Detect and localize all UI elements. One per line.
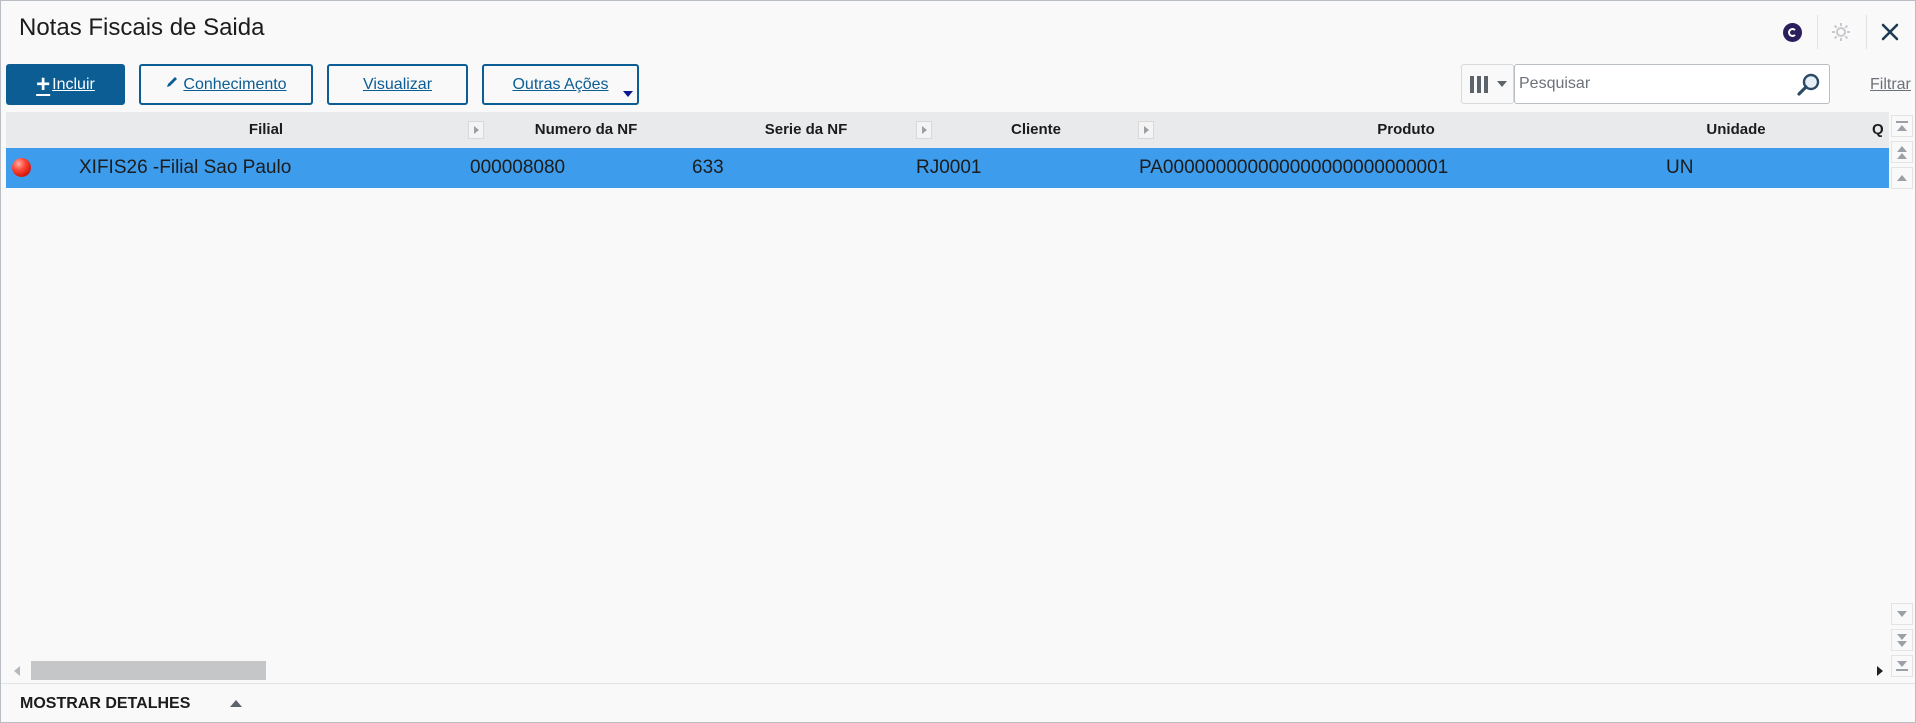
column-sort-icon[interactable] (1138, 121, 1154, 139)
conhecimento-button[interactable]: Conhecimento (139, 64, 313, 105)
column-header-produto[interactable]: Produto (1326, 112, 1486, 148)
columns-icon (1470, 75, 1491, 93)
brand-icon[interactable] (1777, 18, 1807, 46)
column-header-serie-nf[interactable]: Serie da NF (726, 112, 886, 148)
title-actions (1769, 15, 1905, 49)
outras-acoes-label: Outras Ações (512, 75, 609, 93)
incluir-button[interactable]: + Incluir (6, 64, 125, 105)
search-input[interactable] (1519, 67, 1789, 101)
show-details-label[interactable]: MOSTRAR DETALHES (20, 695, 190, 713)
grid-header: Filial Numero da NF Serie da NF Cliente … (6, 112, 1891, 148)
filter-link[interactable]: Filtrar (1870, 76, 1911, 94)
close-icon[interactable] (1875, 18, 1905, 46)
horizontal-scroll-thumb[interactable] (31, 661, 266, 680)
visualizar-button[interactable]: Visualizar (327, 64, 468, 105)
scroll-up-icon[interactable] (1891, 167, 1913, 189)
details-footer[interactable]: MOSTRAR DETALHES (1, 683, 1915, 722)
cell-cliente: RJ0001 (916, 157, 982, 178)
scroll-bottom-icon[interactable] (1891, 655, 1913, 677)
column-sort-icon[interactable] (916, 121, 932, 139)
cell-filial: XIFIS26 -Filial Sao Paulo (79, 157, 292, 178)
visualizar-label: Visualizar (362, 75, 433, 93)
search-icon[interactable] (1795, 71, 1823, 99)
column-header-unidade[interactable]: Unidade (1656, 112, 1816, 148)
scroll-down-icon[interactable] (1891, 603, 1913, 625)
plus-icon: + (36, 70, 51, 98)
dropdown-arrow-icon (623, 91, 633, 97)
app-window: Notas Fiscais de Saida + Incluir Conheci… (0, 0, 1916, 723)
caret-down-icon (1497, 81, 1507, 87)
title-bar: Notas Fiscais de Saida (1, 1, 1915, 56)
gear-icon[interactable] (1826, 18, 1856, 46)
horizontal-scrollbar[interactable] (6, 659, 1889, 682)
data-grid: Filial Numero da NF Serie da NF Cliente … (6, 112, 1891, 682)
conhecimento-label: Conhecimento (183, 75, 287, 93)
column-sort-icon[interactable] (468, 121, 484, 139)
cell-unidade: UN (1666, 157, 1694, 178)
vertical-scrollbar[interactable] (1889, 112, 1915, 682)
page-title: Notas Fiscais de Saida (19, 14, 265, 41)
scroll-left-icon[interactable] (14, 666, 20, 676)
scroll-page-up-icon[interactable] (1891, 141, 1913, 163)
table-row[interactable]: XIFIS26 -Filial Sao Paulo 000008080 633 … (6, 148, 1891, 188)
scroll-page-down-icon[interactable] (1891, 629, 1913, 651)
status-red-icon (12, 158, 31, 177)
cell-numero-nf: 000008080 (470, 157, 566, 178)
title-separator (1866, 15, 1867, 49)
search-box (1514, 64, 1830, 104)
incluir-label: Incluir (52, 75, 95, 93)
scroll-right-icon[interactable] (1877, 666, 1883, 676)
column-chooser-button[interactable] (1461, 64, 1514, 104)
pencil-icon (165, 75, 179, 94)
cell-serie-nf: 633 (692, 157, 724, 178)
column-header-numero-nf[interactable]: Numero da NF (506, 112, 666, 148)
column-header-filial[interactable]: Filial (196, 112, 336, 148)
cell-produto: PA000000000000000000000000001 (1139, 157, 1449, 178)
title-separator (1817, 15, 1818, 49)
toolbar: + Incluir Conhecimento Visualizar Outras… (6, 64, 653, 105)
column-header-cliente[interactable]: Cliente (966, 112, 1106, 148)
outras-acoes-button[interactable]: Outras Ações (482, 64, 639, 105)
scroll-top-icon[interactable] (1891, 115, 1913, 137)
chevron-up-icon[interactable] (230, 700, 242, 707)
